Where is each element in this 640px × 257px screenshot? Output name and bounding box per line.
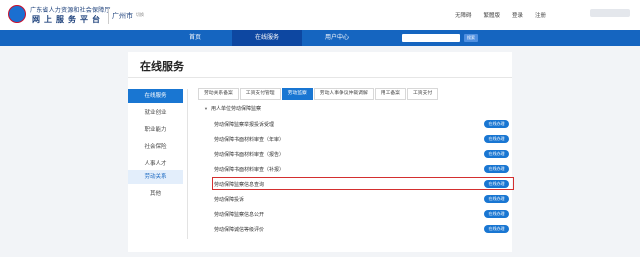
- search-input[interactable]: [402, 34, 460, 42]
- handle-online-button[interactable]: 在线办理: [484, 135, 509, 143]
- section-title: 用人单位劳动保障监察: [210, 106, 261, 112]
- service-row: 劳动保障投诉 在线办理: [214, 194, 514, 206]
- current-city: 广州市: [112, 13, 133, 20]
- handle-online-button[interactable]: 在线办理: [484, 225, 509, 233]
- tab-dispute-arbitration[interactable]: 劳动人事争议仲裁调解: [313, 88, 374, 100]
- user-info-redacted: [590, 9, 630, 17]
- handle-online-button[interactable]: 在线办理: [484, 210, 509, 218]
- sidebar-item-personnel[interactable]: 人事人才: [128, 157, 183, 171]
- sidebar-divider: [187, 89, 188, 239]
- service-name: 劳动保障监察举报投诉受理: [214, 122, 275, 128]
- platform-name: 网上服务平台: [32, 15, 104, 24]
- title-divider: [128, 77, 512, 78]
- handle-online-button[interactable]: 在线办理: [484, 150, 509, 158]
- handle-online-button[interactable]: 在线办理: [484, 120, 509, 128]
- org-name: 广东省人力资源和社会保障厅: [30, 8, 111, 14]
- register-link[interactable]: 注册: [535, 11, 546, 19]
- traditional-chinese-link[interactable]: 繁體版: [484, 11, 501, 19]
- highlight-box: [212, 177, 514, 190]
- handle-online-button[interactable]: 在线办理: [484, 195, 509, 203]
- tab-labor-inspection[interactable]: 劳动监察: [281, 88, 313, 100]
- tab-labor-record[interactable]: 劳动关系备案: [198, 88, 239, 100]
- service-name: 劳动保障投诉: [214, 197, 245, 203]
- service-name: 劳动保障诚信等级评价: [214, 227, 265, 233]
- service-name: 劳动保障监察信息公开: [214, 212, 265, 218]
- content-panel: 在线服务 在线服务 就业创业 职业能力 社会保险 人事人才 劳动关系 其他 劳动…: [128, 52, 512, 252]
- city-switch-link[interactable]: 切换: [136, 12, 144, 18]
- service-name: 劳动保障书面材料审查（补报）: [214, 167, 285, 173]
- sidebar-item-social-insurance[interactable]: 社会保险: [128, 140, 183, 154]
- sidebar-item-other[interactable]: 其他: [128, 187, 183, 201]
- tab-wage-payment[interactable]: 工资支付: [406, 88, 439, 100]
- sidebar-item-employment[interactable]: 就业创业: [128, 106, 183, 120]
- search-button[interactable]: 搜索: [464, 34, 478, 42]
- sidebar-item-vocational[interactable]: 职业能力: [128, 123, 183, 137]
- service-row: 劳动保障书面材料审查（报告） 在线办理: [214, 149, 514, 161]
- header-links: 无障碍 繁體版 登录 注册: [455, 11, 546, 19]
- login-link[interactable]: 登录: [512, 11, 523, 19]
- tab-wage-payment-mgmt[interactable]: 工资支付管理: [239, 88, 281, 100]
- section-header[interactable]: ▼ 用人单位劳动保障监察: [204, 105, 261, 112]
- tab-employment-record[interactable]: 用工备案: [374, 88, 406, 100]
- accessibility-link[interactable]: 无障碍: [455, 11, 472, 19]
- caret-down-icon: ▼: [204, 106, 208, 111]
- main-navbar: 首页 在线服务 用户中心 搜索: [0, 30, 640, 46]
- service-name: 劳动保障书面材料审查（报告）: [214, 152, 285, 158]
- sidebar-item-online-service[interactable]: 在线服务: [128, 89, 183, 103]
- service-tabs: 劳动关系备案 工资支付管理 劳动监察 劳动人事争议仲裁调解 用工备案 工资支付: [198, 88, 439, 100]
- handle-online-button[interactable]: 在线办理: [484, 165, 509, 173]
- sidebar-item-labor-relations[interactable]: 劳动关系: [128, 170, 183, 184]
- nav-user-center[interactable]: 用户中心: [302, 30, 372, 46]
- service-row: 劳动保障书面材料审查（补报） 在线办理: [214, 164, 514, 176]
- service-row: 劳动保障诚信等级评价 在线办理: [214, 224, 514, 236]
- service-row: 劳动保障监察信息公开 在线办理: [214, 209, 514, 221]
- header-divider: [108, 8, 109, 24]
- nav-home[interactable]: 首页: [160, 30, 230, 46]
- page-title: 在线服务: [140, 61, 184, 73]
- nav-online-service[interactable]: 在线服务: [232, 30, 302, 46]
- department-logo-icon: [8, 5, 26, 23]
- service-row: 劳动保障书面材料审查（年审） 在线办理: [214, 134, 514, 146]
- service-row: 劳动保障监察举报投诉受理 在线办理: [214, 119, 514, 131]
- service-name: 劳动保障书面材料审查（年审）: [214, 137, 285, 143]
- top-header: 广东省人力资源和社会保障厅 网上服务平台 广州市 切换 无障碍 繁體版 登录 注…: [0, 0, 640, 30]
